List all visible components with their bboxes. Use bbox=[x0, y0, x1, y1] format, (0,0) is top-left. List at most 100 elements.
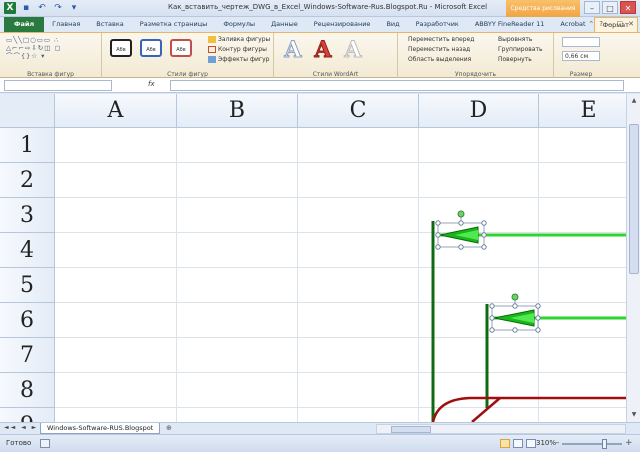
align-button[interactable]: Выровнять bbox=[498, 36, 532, 43]
group-objects-label: Группировать bbox=[498, 46, 543, 53]
resize-handle[interactable] bbox=[481, 244, 487, 250]
resize-handle[interactable] bbox=[435, 232, 441, 238]
tab-review[interactable]: Рецензирование bbox=[306, 17, 379, 32]
maximize-button[interactable]: □ bbox=[602, 1, 618, 14]
page-layout-view-icon[interactable] bbox=[513, 439, 523, 448]
shape-effects-button[interactable]: Эффекты фигур bbox=[208, 56, 269, 63]
scroll-down-icon[interactable]: ▼ bbox=[628, 410, 640, 420]
resize-handle[interactable] bbox=[489, 315, 495, 321]
insert-function-icon[interactable]: fx bbox=[148, 80, 155, 88]
shape-style-3[interactable]: Абв bbox=[170, 39, 192, 57]
help-icon[interactable]: ? bbox=[599, 20, 603, 28]
shape-outline-label: Контур фигуры bbox=[218, 46, 267, 53]
tab-view[interactable]: Вид bbox=[378, 17, 407, 32]
minimize-ribbon-icon[interactable]: ⌃ bbox=[588, 20, 594, 28]
rotate-handle-2[interactable] bbox=[511, 293, 519, 301]
selection-pane-label: Область выделения bbox=[408, 56, 472, 63]
send-backward-label: Переместить назад bbox=[408, 46, 471, 53]
resize-handle[interactable] bbox=[458, 220, 464, 226]
shape-style-1[interactable]: Абв bbox=[110, 39, 132, 57]
zoom-out-button[interactable]: – bbox=[555, 438, 560, 448]
minimize-button[interactable]: – bbox=[584, 1, 600, 14]
zoom-slider-knob[interactable] bbox=[602, 439, 607, 449]
resize-handle[interactable] bbox=[535, 327, 541, 333]
shape-fill-button[interactable]: Заливка фигуры bbox=[208, 36, 270, 43]
drawing-tools-context-title: Средства рисования bbox=[506, 0, 580, 17]
horizontal-scroll-thumb[interactable] bbox=[391, 426, 431, 433]
tab-insert[interactable]: Вставка bbox=[88, 17, 132, 32]
rotate-handle-1[interactable] bbox=[457, 210, 465, 218]
group-label-insert-shapes: Вставка фигур bbox=[27, 71, 74, 78]
normal-view-icon[interactable] bbox=[500, 439, 510, 448]
macro-record-icon[interactable] bbox=[40, 439, 50, 448]
shape-outline-button[interactable]: Контур фигуры bbox=[208, 46, 267, 53]
shape-fill-label: Заливка фигуры bbox=[218, 36, 271, 43]
tab-data[interactable]: Данные bbox=[263, 17, 306, 32]
tab-page-layout[interactable]: Разметка страницы bbox=[132, 17, 216, 32]
resize-handle[interactable] bbox=[512, 303, 518, 309]
group-arrange: Переместить вперед Переместить назад Обл… bbox=[398, 33, 554, 79]
scroll-up-icon[interactable]: ▲ bbox=[628, 96, 640, 106]
shape-effects-label: Эффекты фигур bbox=[218, 56, 270, 63]
insert-sheet-icon[interactable]: ⊕ bbox=[166, 424, 172, 432]
selection-pane-button[interactable]: Область выделения bbox=[408, 56, 471, 63]
resize-handle[interactable] bbox=[535, 315, 541, 321]
undo-icon[interactable]: ↶ bbox=[36, 2, 48, 14]
tab-abbyy[interactable]: ABBYY FineReader 11 bbox=[467, 17, 553, 32]
resize-handle[interactable] bbox=[481, 220, 487, 226]
window-controls: – □ ✕ bbox=[584, 1, 636, 14]
wordart-style-3[interactable]: А bbox=[344, 37, 363, 64]
shape-style-2[interactable]: Абв bbox=[140, 39, 162, 57]
tab-home[interactable]: Главная bbox=[44, 17, 88, 32]
page-break-view-icon[interactable] bbox=[526, 439, 536, 448]
tab-developer[interactable]: Разработчик bbox=[408, 17, 467, 32]
tab-acrobat[interactable]: Acrobat bbox=[552, 17, 593, 32]
worksheet-grid[interactable]: A B C D E 1 2 3 4 5 6 7 8 9 bbox=[0, 94, 626, 422]
bring-forward-button[interactable]: Переместить вперед bbox=[408, 36, 474, 43]
tab-file[interactable]: Файл bbox=[4, 17, 45, 32]
group-shape-styles: Абв Абв Абв Заливка фигуры Контур фигуры… bbox=[102, 33, 274, 79]
resize-handle[interactable] bbox=[512, 327, 518, 333]
zoom-in-button[interactable]: + bbox=[625, 438, 633, 448]
zoom-slider[interactable] bbox=[562, 443, 622, 445]
vertical-scrollbar[interactable]: ▲ ▼ bbox=[626, 94, 640, 422]
vertical-scroll-thumb[interactable] bbox=[629, 124, 639, 274]
wordart-style-1[interactable]: А bbox=[284, 37, 303, 64]
redo-icon[interactable]: ↷ bbox=[52, 2, 64, 14]
resize-handle[interactable] bbox=[535, 303, 541, 309]
wordart-style-2[interactable]: А bbox=[314, 37, 333, 64]
resize-handle[interactable] bbox=[435, 244, 441, 250]
zoom-level[interactable]: 310% bbox=[536, 439, 556, 447]
resize-handle[interactable] bbox=[481, 232, 487, 238]
resize-handle[interactable] bbox=[489, 303, 495, 309]
doc-restore-icon[interactable]: □ bbox=[617, 20, 624, 28]
shapes-gallery[interactable]: ▭╲╲□○▭▭ ∴ △⌐⌐⇨⇩↻◫ ▢ ⌒⌒{}☆ ▾ bbox=[6, 36, 90, 60]
formula-input[interactable] bbox=[170, 80, 624, 91]
excel-window: X ▪ ↶ ↷ ▾ Как_вставить_чертеж_DWG_в_Exce… bbox=[0, 0, 640, 452]
doc-minimize-icon[interactable]: – bbox=[608, 20, 612, 28]
group-objects-button[interactable]: Группировать bbox=[498, 46, 543, 53]
group-wordart: А А А Стили WordArt bbox=[274, 33, 398, 79]
save-icon[interactable]: ▪ bbox=[20, 2, 32, 14]
shape-height-field[interactable] bbox=[562, 37, 600, 47]
dwg-drawing-overlay[interactable] bbox=[0, 94, 626, 422]
horizontal-scrollbar[interactable] bbox=[376, 424, 626, 434]
ribbon: ▭╲╲□○▭▭ ∴ △⌐⌐⇨⇩↻◫ ▢ ⌒⌒{}☆ ▾ Вставка фигур … bbox=[0, 32, 640, 79]
status-bar: Готово 310% – + bbox=[0, 434, 640, 452]
resize-handle[interactable] bbox=[489, 327, 495, 333]
doc-close-icon[interactable]: ✕ bbox=[628, 20, 634, 28]
resize-handle[interactable] bbox=[435, 220, 441, 226]
ribbon-tabs: Файл Главная Вставка Разметка страницы Ф… bbox=[0, 17, 640, 32]
tab-formulas[interactable]: Формулы bbox=[215, 17, 263, 32]
resize-handle[interactable] bbox=[458, 244, 464, 250]
group-size: 0,66 см Размер bbox=[554, 33, 608, 79]
effects-icon bbox=[208, 56, 216, 63]
customize-qat-icon[interactable]: ▾ bbox=[68, 2, 80, 14]
excel-logo-icon[interactable]: X bbox=[4, 2, 16, 14]
shape-width-field[interactable]: 0,66 см bbox=[562, 51, 600, 61]
close-button[interactable]: ✕ bbox=[620, 1, 636, 14]
sheet-tab-active[interactable]: Windows-Software-RUS.Blogspot bbox=[40, 423, 161, 434]
rotate-button[interactable]: Повернуть bbox=[498, 56, 532, 63]
send-backward-button[interactable]: Переместить назад bbox=[408, 46, 470, 53]
name-box[interactable] bbox=[4, 80, 112, 91]
